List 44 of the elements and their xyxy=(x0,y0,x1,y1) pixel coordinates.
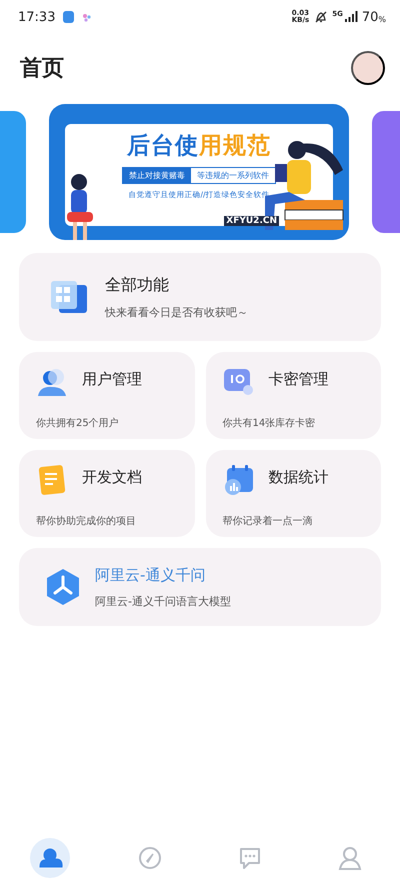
grid-app-icon xyxy=(49,279,89,315)
app-icon xyxy=(63,11,74,23)
tile-title: 卡密管理 xyxy=(268,370,328,389)
user-icon xyxy=(337,845,363,871)
tile-card[interactable]: 开发文档 帮你协助完成你的项目 xyxy=(19,450,194,537)
avatar[interactable] xyxy=(351,51,385,85)
key-card-icon xyxy=(222,366,254,398)
tile-subtitle: 你共有14张库存卡密 xyxy=(222,416,316,430)
calendar-chart-icon xyxy=(222,464,254,496)
chat-bubble-icon xyxy=(237,845,263,871)
ai-card[interactable]: 阿里云-通义千问 阿里云-通义千问语言大模型 xyxy=(19,548,381,626)
banner-preview[interactable] xyxy=(372,111,400,233)
tile-card[interactable]: 卡密管理 你共有14张库存卡密 xyxy=(206,352,381,439)
tile-title: 用户管理 xyxy=(82,370,142,389)
tile-title: 数据统计 xyxy=(268,468,328,487)
card-subtitle: 阿里云-通义千问语言大模型 xyxy=(95,594,231,608)
banner-site: XFYU2.CN xyxy=(224,216,279,226)
user-icon xyxy=(36,366,68,398)
feature-card[interactable]: 全部功能 快来看看今日是否有收获吧～ xyxy=(19,253,381,341)
compass-icon xyxy=(137,845,163,871)
banner-tag: 禁止对接黄赌毒 xyxy=(123,168,191,183)
card-title: 阿里云-通义千问 xyxy=(95,566,206,584)
battery-unit: % xyxy=(378,14,386,24)
tile-subtitle: 你共拥有25个用户 xyxy=(36,416,120,430)
battery-level: 70 xyxy=(362,10,378,24)
banner-preview[interactable] xyxy=(0,111,26,233)
muted-bell-icon xyxy=(314,10,328,24)
banner-tag: 等违规的一系列软件 xyxy=(191,168,275,183)
card-subtitle: 快来看看今日是否有收获吧～ xyxy=(105,304,248,320)
assistant-icon xyxy=(82,12,92,22)
document-icon xyxy=(36,464,68,496)
tile-title: 开发文档 xyxy=(82,468,142,487)
hexagon-logo-icon xyxy=(45,568,81,606)
tile-card[interactable]: 数据统计 帮你记录着一点一滴 xyxy=(206,450,381,537)
nav-tab[interactable] xyxy=(30,838,70,878)
banner-title: 后台使 xyxy=(127,132,199,161)
tile-subtitle: 帮你协助完成你的项目 xyxy=(36,514,137,528)
tile-card[interactable]: 用户管理 你共拥有25个用户 xyxy=(19,352,194,439)
signal-icon xyxy=(344,11,358,23)
card-title: 全部功能 xyxy=(105,274,170,296)
banner-title-highlight: 用规范 xyxy=(199,132,271,161)
tile-subtitle: 帮你记录着一点一滴 xyxy=(222,514,314,528)
page-title: 首页 xyxy=(20,55,64,83)
status-time: 17:33 xyxy=(18,10,56,24)
